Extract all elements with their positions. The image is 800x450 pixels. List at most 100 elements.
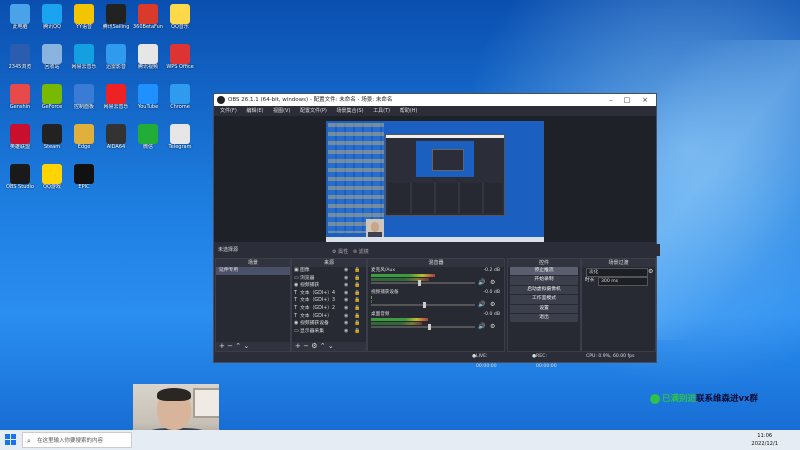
source-item[interactable]: T 文本（GDI+）3 ◉ 🔒 [292,297,366,305]
eye-icon[interactable]: ◉ [344,297,348,305]
preview-canvas[interactable] [326,121,544,242]
desktop-icon[interactable]: 微信 [130,124,166,166]
app-icon [42,84,62,104]
up-icon[interactable]: ⌃ [320,342,326,350]
desktop-icon-label: Telegram [168,144,192,150]
speaker-icon[interactable]: 🔊 [478,279,485,286]
source-item[interactable]: T 文本（GDI+）2 ◉ 🔒 [292,305,366,313]
maximize-icon[interactable]: □ [620,94,634,106]
desktop-icon[interactable]: Chrome [162,84,198,126]
exit-button[interactable]: 退出 [510,313,578,323]
desktop-icon[interactable]: 腾讯Sailing [98,4,134,46]
desktop-icon[interactable]: 网易云音乐 [66,44,102,86]
eye-icon[interactable]: ◉ [344,282,348,290]
menu-scene-collection[interactable]: 场景集合(S) [336,108,363,114]
studio-mode-button[interactable]: 工作室模式 [510,295,578,304]
menu-profile[interactable]: 配置文件(P) [300,108,327,114]
desktop-icon-label: 腾讯Sailing [102,24,130,30]
down-icon[interactable]: ⌄ [328,342,334,350]
close-icon[interactable]: × [638,94,652,106]
desktop-icon[interactable]: 回收站 [34,44,70,86]
desktop-icon[interactable]: Telegram [162,124,198,166]
desktop-icon[interactable]: 迅雷影音 [98,44,134,86]
eye-icon[interactable]: ◉ [344,328,348,336]
start-virtual-camera-button[interactable]: 启动虚拟摄像机 [510,285,578,295]
start-recording-button[interactable]: 开始录制 [510,276,578,285]
desktop-icon[interactable]: 2345浏览 [2,44,38,86]
volume-slider[interactable] [371,280,475,286]
desktop-icon[interactable]: 360BetaFun [130,4,166,46]
app-icon [106,84,126,104]
mixer-channel: 麦克风/Aux -0.2 dB 🔊 ⚙ [368,267,504,289]
menu-view[interactable]: 视图(V) [273,108,290,114]
desktop-icon[interactable]: 英雄联盟 [2,124,38,166]
desktop-icon[interactable]: QQ游戏 [34,164,70,206]
down-icon[interactable]: ⌄ [243,342,249,350]
taskbar-clock[interactable]: 11:06 2022/12/1 [751,432,778,448]
menu-help[interactable]: 帮助(H) [400,108,418,114]
desktop-icon[interactable]: 腾讯视频 [130,44,166,86]
desktop-icon[interactable]: YY语音 [66,4,102,46]
source-item[interactable]: ▣图像 ◉ 🔒 [292,267,366,275]
eye-icon[interactable]: ◉ [344,313,348,321]
lock-icon[interactable]: 🔒 [354,320,360,328]
source-item[interactable]: ▭显示器采集 ◉ 🔒 [292,328,366,336]
desktop-icon[interactable]: Edge [66,124,102,166]
desktop-icon[interactable]: AIDA64 [98,124,134,166]
scene-item[interactable]: 延伸专用 [216,267,290,275]
eye-icon[interactable]: ◉ [344,290,348,298]
desktop-icon[interactable]: QQ音乐 [162,4,198,46]
lock-icon[interactable]: 🔒 [354,267,360,275]
source-item[interactable]: ◉ 视频捕获 ◉ 🔒 [292,282,366,290]
volume-slider[interactable] [371,302,475,308]
windows-start-icon[interactable] [5,434,17,446]
remove-icon[interactable]: − [303,342,309,350]
eye-icon[interactable]: ◉ [344,320,348,328]
desktop-icon[interactable]: 控制面板 [66,84,102,126]
audio-meter [371,300,372,303]
properties-radio[interactable]: ⚙ 属性 ⊜ 滤镜 [332,246,369,258]
lock-icon[interactable]: 🔒 [354,282,360,290]
gear-icon[interactable]: ⚙ [648,267,653,276]
eye-icon[interactable]: ◉ [344,275,348,283]
speaker-icon[interactable]: 🔊 [478,301,485,308]
desktop-icon[interactable]: Steam [34,124,70,166]
obs-titlebar[interactable]: OBS 26.1.1 (64-bit, windows) - 配置文件: 未命名… [214,94,656,106]
desktop-icon[interactable]: Genshin [2,84,38,126]
eye-icon[interactable]: ◉ [344,305,348,313]
desktop-icon[interactable]: 网易云音乐 [98,84,134,126]
desktop-icon[interactable]: 腾讯QQ [34,4,70,46]
desktop-icon[interactable]: EPIC [66,164,102,206]
menu-file[interactable]: 文件(F) [220,108,237,114]
settings-button[interactable]: 设置 [510,304,578,313]
desktop-icon[interactable]: GeForce [34,84,70,126]
menu-edit[interactable]: 编辑(E) [246,108,263,114]
desktop-icon[interactable]: 此电脑 [2,4,38,46]
lock-icon[interactable]: 🔒 [354,297,360,305]
source-label: 显示器采集 [300,328,324,334]
taskbar-search-input[interactable]: ⌕ 在这里输入你要搜索的内容 [22,432,132,448]
stop-streaming-button[interactable]: 停止推流 [510,267,578,276]
gear-icon[interactable]: ⚙ [490,323,495,330]
remove-icon[interactable]: − [227,342,233,350]
speaker-icon[interactable]: 🔊 [478,323,485,330]
eye-icon[interactable]: ◉ [344,267,348,275]
desktop-icon[interactable]: WPS Office [162,44,198,86]
lock-icon[interactable]: 🔒 [354,328,360,336]
add-icon[interactable]: + [219,342,225,350]
gear-icon[interactable]: ⚙ [311,342,317,350]
source-item[interactable]: ◉ 视频捕获设备 ◉ 🔒 [292,320,366,328]
desktop-icon-label: Edge [77,144,91,150]
gear-icon[interactable]: ⚙ [490,279,495,286]
volume-slider[interactable] [371,324,475,330]
add-icon[interactable]: + [295,342,301,350]
gear-icon[interactable]: ⚙ [490,301,495,308]
desktop-icon[interactable]: OBS Studio [2,164,38,206]
menu-tools[interactable]: 工具(T) [373,108,390,114]
desktop-icon[interactable]: YouTube [130,84,166,126]
minimize-icon[interactable]: – [604,94,618,106]
lock-icon[interactable]: 🔒 [354,305,360,313]
preview-icon-rows [328,123,384,233]
duration-input[interactable]: 300 ms [598,277,648,286]
up-icon[interactable]: ⌃ [235,342,241,350]
